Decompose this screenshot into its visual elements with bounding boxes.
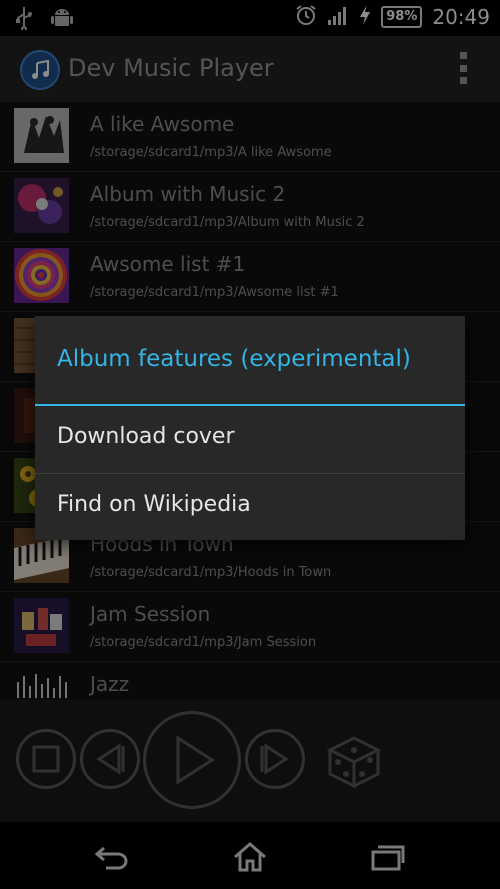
option-label: Find on Wikipedia (57, 492, 251, 517)
find-on-wikipedia-option[interactable]: Find on Wikipedia (35, 474, 465, 540)
dialog-title: Album features (experimental) (57, 346, 411, 372)
option-label: Download cover (57, 424, 235, 449)
album-features-dialog: Album features (experimental) Download c… (35, 316, 465, 540)
download-cover-option[interactable]: Download cover (35, 406, 465, 472)
